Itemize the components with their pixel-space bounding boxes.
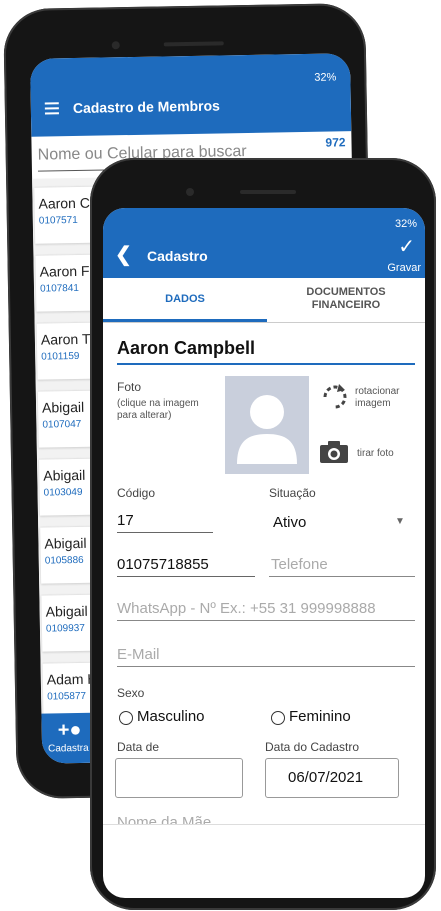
data-cadastro-value: 06/07/2021 (288, 769, 364, 786)
member-name: Aaron F (39, 262, 90, 280)
celular-input[interactable]: 01075718855 (117, 556, 209, 573)
codigo-underline (117, 532, 213, 533)
data-cadastro-input[interactable]: 06/07/2021 (265, 758, 399, 798)
back-arrow-icon[interactable]: ❮ (115, 242, 132, 267)
chevron-down-icon[interactable]: ▼ (395, 516, 405, 527)
app-bar: 32% ❮ Cadastro ✓ Gravar (103, 208, 425, 278)
data-nascimento-label: Data de (117, 740, 160, 754)
tab-documentos-financeiro[interactable]: DOCUMENTOS FINANCEIRO (267, 278, 425, 330)
member-name-field[interactable]: Aaron Campbell (117, 338, 415, 365)
status-bar: 32% (314, 71, 337, 84)
data-cadastro-label: Data do Cadastro (265, 740, 360, 754)
situacao-select[interactable]: Ativo (273, 514, 306, 531)
member-phone: 0107571 (38, 214, 78, 227)
camera-icon[interactable] (319, 440, 349, 464)
whatsapp-input[interactable]: WhatsApp - Nº Ex.: +55 31 999998888 (117, 600, 376, 617)
rotate-label-line1[interactable]: rotacionar (355, 386, 399, 398)
speaker-grille (240, 190, 296, 194)
status-bar: 32% (394, 218, 417, 230)
celular-underline (117, 576, 255, 577)
page-title: Cadastro de Membros (72, 97, 221, 117)
camera-dot (111, 41, 120, 50)
avatar-placeholder-icon (237, 395, 297, 464)
whatsapp-underline (117, 620, 415, 621)
email-underline (117, 666, 415, 667)
rotate-label-line2[interactable]: imagem (355, 398, 391, 410)
member-name: Aaron T (40, 330, 91, 348)
tab-label-line2: FINANCEIRO (311, 299, 381, 311)
add-person-icon[interactable]: +● (58, 719, 82, 742)
sexo-label: Sexo (117, 686, 145, 700)
tab-dados[interactable]: DADOS (103, 278, 267, 322)
member-phone: 0101159 (41, 350, 80, 363)
hamburger-menu-icon[interactable] (44, 102, 59, 117)
divider (103, 824, 425, 825)
member-form-screen: 32% ❮ Cadastro ✓ Gravar DADOS DOCUMENTOS… (103, 208, 425, 898)
codigo-input[interactable]: 17 (117, 512, 134, 529)
member-name: Aaron C (38, 194, 91, 212)
codigo-label: Código (117, 486, 156, 500)
check-icon[interactable]: ✓ (398, 234, 415, 259)
situacao-label: Situação (269, 486, 316, 500)
rotate-icon[interactable] (319, 382, 349, 412)
speaker-grille (163, 41, 224, 47)
member-photo[interactable] (225, 376, 309, 474)
member-phone: 0109937 (45, 622, 85, 635)
member-phone: 0105877 (47, 690, 87, 703)
radio-feminino[interactable] (271, 711, 285, 725)
telefone-input[interactable]: Telefone (271, 556, 328, 573)
front-phone: 32% ❮ Cadastro ✓ Gravar DADOS DOCUMENTOS… (90, 158, 436, 910)
nome-mae-input[interactable]: Nome da Mãe (117, 814, 211, 824)
email-input[interactable]: E-Mail (117, 646, 160, 663)
data-nascimento-input[interactable] (115, 758, 243, 798)
telefone-underline (269, 576, 415, 577)
member-name: Abigail (43, 466, 86, 484)
member-phone: 0107841 (39, 282, 80, 295)
camera-dot (186, 188, 194, 196)
member-phone: 0103049 (43, 486, 83, 499)
member-name: Abigail (45, 602, 88, 620)
app-bar: 32% Cadastro de Membros (30, 53, 352, 137)
tab-bar: DADOS DOCUMENTOS FINANCEIRO (103, 278, 425, 323)
take-photo-label[interactable]: tirar foto (357, 448, 394, 460)
tab-label-line1: DOCUMENTOS (306, 286, 386, 298)
photo-hint-line2: para alterar) (117, 410, 172, 421)
nav-label-cadastrar[interactable]: Cadastra (48, 743, 89, 755)
member-phone: 0105886 (44, 554, 84, 567)
member-count: 972 (325, 135, 346, 150)
radio-masculino[interactable] (119, 711, 133, 725)
nome-mae-clip: Nome da Mãe (103, 808, 425, 824)
member-name: Abigail (41, 398, 85, 416)
masculino-label[interactable]: Masculino (137, 708, 205, 725)
page-title: Cadastro (147, 248, 208, 264)
save-button[interactable]: Gravar (387, 262, 421, 274)
photo-hint-line1: (clique na imagem (117, 398, 199, 409)
member-name: Abigail (44, 534, 87, 552)
feminino-label[interactable]: Feminino (289, 708, 351, 725)
photo-label: Foto (117, 380, 142, 394)
member-phone: 0107047 (42, 418, 82, 431)
